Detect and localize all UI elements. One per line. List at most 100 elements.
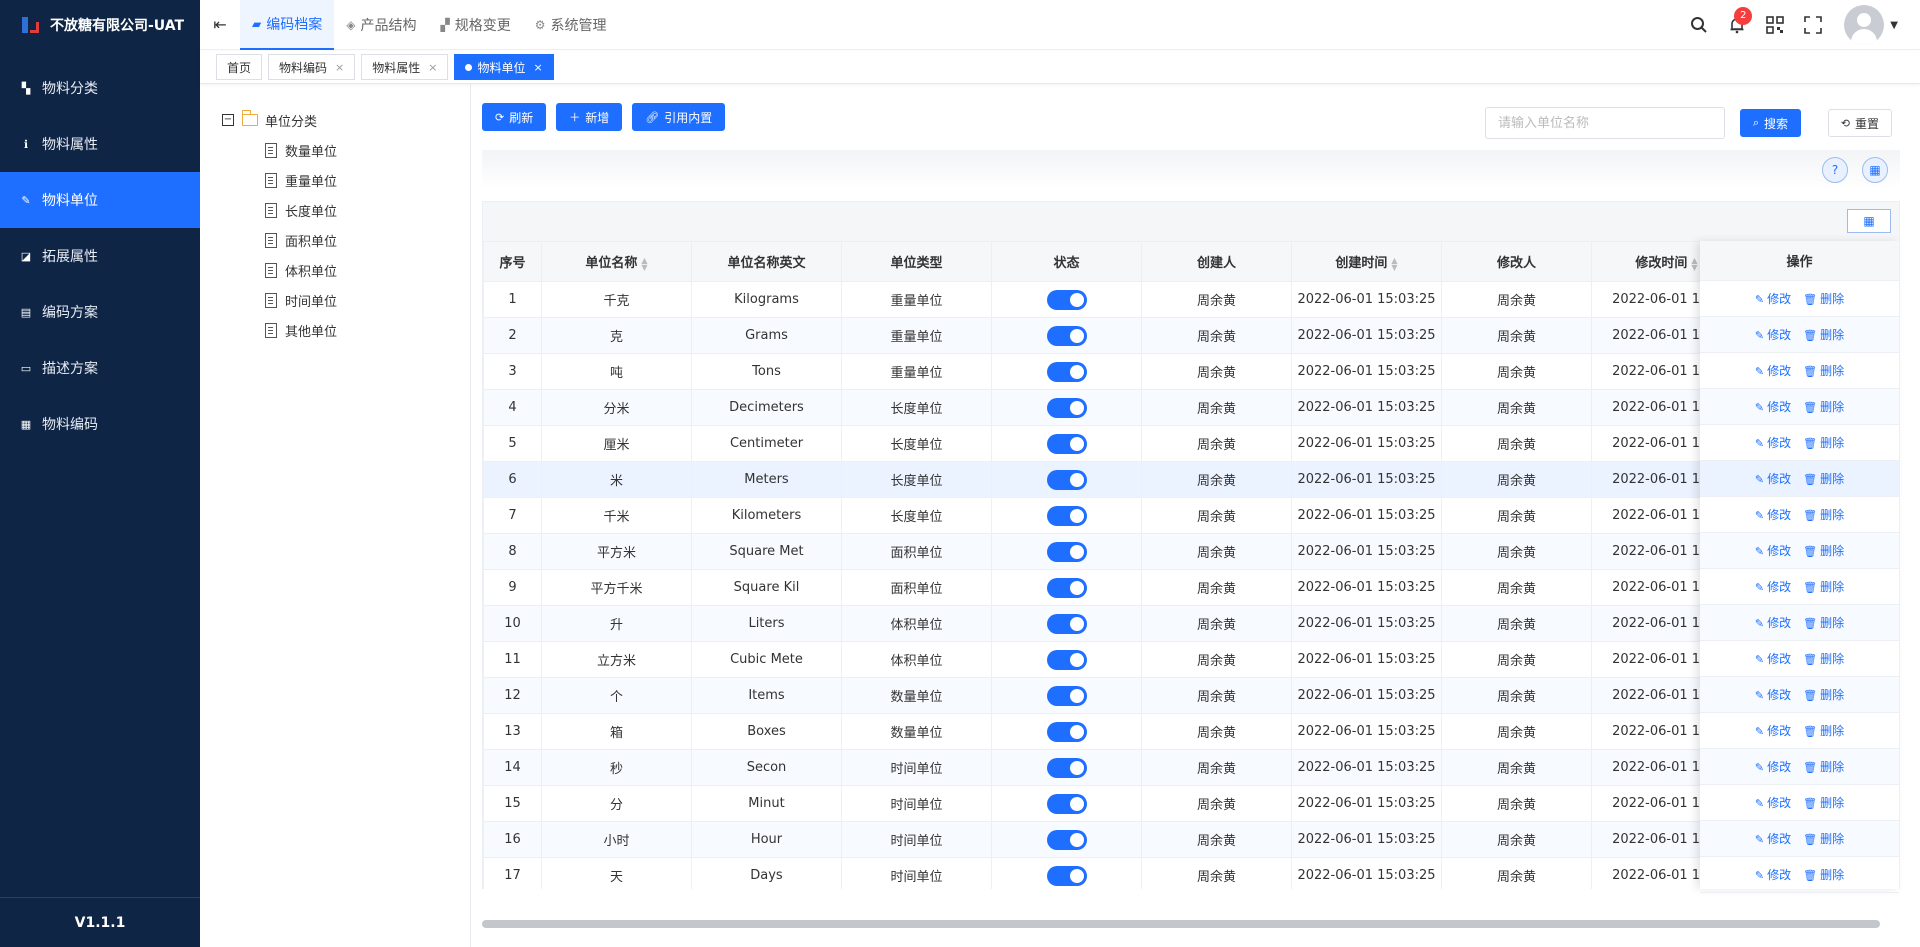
edit-button[interactable]: ✎ 修改 xyxy=(1755,434,1791,451)
collapse-menu-icon[interactable]: ⇤ xyxy=(200,0,240,50)
collapse-icon[interactable]: − xyxy=(222,114,234,126)
sidebar-item-6[interactable]: ▭ 描述方案 xyxy=(0,340,200,396)
status-cell[interactable] xyxy=(991,281,1142,318)
tree-root[interactable]: − 单位分类 xyxy=(200,108,470,132)
status-cell[interactable] xyxy=(991,461,1142,498)
status-toggle[interactable] xyxy=(1046,721,1087,742)
delete-button[interactable]: 🗑︎ 删除 xyxy=(1803,866,1844,883)
delete-button[interactable]: 🗑︎ 删除 xyxy=(1803,578,1844,595)
delete-button[interactable]: 🗑︎ 删除 xyxy=(1803,686,1844,703)
edit-button[interactable]: ✎ 修改 xyxy=(1755,470,1791,487)
table-row[interactable]: 12 个 Items 数量单位 周余黄 2022-06-01 15:03:25 周余黄 202… xyxy=(483,677,1900,714)
edit-button[interactable]: ✎ 修改 xyxy=(1755,506,1791,523)
delete-button[interactable]: 🗑︎ 删除 xyxy=(1803,830,1844,847)
delete-button[interactable]: 🗑︎ 删除 xyxy=(1803,758,1844,775)
close-icon[interactable]: × xyxy=(428,61,437,74)
tree-node[interactable]: 面积单位 xyxy=(200,225,470,255)
delete-button[interactable]: 🗑︎ 删除 xyxy=(1803,470,1844,487)
avatar[interactable] xyxy=(1844,5,1885,45)
page-tag-3[interactable]: 物料属性 × xyxy=(361,54,449,80)
column-header[interactable]: 创建时间 ▲ ▼ xyxy=(1291,241,1442,282)
table-row[interactable]: 6 米 Meters 长度单位 周余黄 2022-06-01 15:03:25 周余黄 202… xyxy=(483,461,1900,498)
status-cell[interactable] xyxy=(991,713,1142,750)
status-toggle[interactable] xyxy=(1046,613,1087,634)
status-cell[interactable] xyxy=(991,857,1142,889)
status-cell[interactable] xyxy=(991,533,1142,570)
top-tab-3[interactable]: ▞ 规格变更 xyxy=(428,0,522,50)
status-cell[interactable] xyxy=(991,389,1142,426)
sort-icon[interactable]: ▲ ▼ xyxy=(641,256,647,271)
table-row[interactable]: 1 千克 Kilograms 重量单位 周余黄 2022-06-01 15:03:25 周余… xyxy=(483,281,1900,318)
tree-node[interactable]: 其他单位 xyxy=(200,315,470,345)
fullscreen-icon[interactable] xyxy=(1794,0,1832,50)
table-row[interactable]: 7 千米 Kilometers 长度单位 周余黄 2022-06-01 15:03:25 周… xyxy=(483,497,1900,534)
delete-button[interactable]: 🗑︎ 删除 xyxy=(1803,326,1844,343)
status-cell[interactable] xyxy=(991,497,1142,534)
sidebar-item-7[interactable]: ▦ 物料编码 xyxy=(0,396,200,452)
table-row[interactable]: 4 分米 Decimeters 长度单位 周余黄 2022-06-01 15:03:25 周… xyxy=(483,389,1900,426)
sidebar-item-1[interactable]: ▚ 物料分类 xyxy=(0,60,200,116)
search-button[interactable]: ⌕ 搜索 xyxy=(1739,109,1801,137)
top-tab-1[interactable]: ▰ 编码档案 xyxy=(240,0,335,50)
table-row[interactable]: 3 吨 Tons 重量单位 周余黄 2022-06-01 15:03:25 周余黄 2022-… xyxy=(483,353,1900,390)
close-icon[interactable]: × xyxy=(534,61,543,74)
edit-button[interactable]: ✎ 修改 xyxy=(1755,794,1791,811)
status-cell[interactable] xyxy=(991,605,1142,642)
status-toggle[interactable] xyxy=(1046,469,1087,490)
tree-node[interactable]: 时间单位 xyxy=(200,285,470,315)
status-toggle[interactable] xyxy=(1046,397,1087,418)
delete-button[interactable]: 🗑︎ 删除 xyxy=(1803,290,1844,307)
status-cell[interactable] xyxy=(991,425,1142,462)
edit-button[interactable]: ✎ 修改 xyxy=(1755,722,1791,739)
table-row[interactable]: 15 分 Minut 时间单位 周余黄 2022-06-01 15:03:25 周余黄 202… xyxy=(483,785,1900,822)
status-cell[interactable] xyxy=(991,785,1142,822)
table-row[interactable]: 14 秒 Secon 时间单位 周余黄 2022-06-01 15:03:25 周余黄 202… xyxy=(483,749,1900,786)
edit-button[interactable]: ✎ 修改 xyxy=(1755,290,1791,307)
grid-view-icon[interactable]: ▦ xyxy=(1847,209,1891,233)
sidebar-item-2[interactable]: ℹ 物料属性 xyxy=(0,116,200,172)
sort-icon[interactable]: ▲ ▼ xyxy=(1391,256,1397,271)
edit-button[interactable]: ✎ 修改 xyxy=(1755,758,1791,775)
edit-button[interactable]: ✎ 修改 xyxy=(1755,614,1791,631)
edit-button[interactable]: ✎ 修改 xyxy=(1755,578,1791,595)
edit-button[interactable]: ✎ 修改 xyxy=(1755,830,1791,847)
delete-button[interactable]: 🗑︎ 删除 xyxy=(1803,434,1844,451)
tree-node[interactable]: 体积单位 xyxy=(200,255,470,285)
page-tag-2[interactable]: 物料编码 × xyxy=(268,54,356,80)
column-settings-icon[interactable]: ▦ xyxy=(1862,157,1888,183)
edit-button[interactable]: ✎ 修改 xyxy=(1755,866,1791,883)
tree-node[interactable]: 重量单位 xyxy=(200,165,470,195)
import-builtin-button[interactable]: 🔗︎ 引用内置 xyxy=(632,103,726,131)
close-icon[interactable]: × xyxy=(335,61,344,74)
tree-node[interactable]: 数量单位 xyxy=(200,135,470,165)
delete-button[interactable]: 🗑︎ 删除 xyxy=(1803,650,1844,667)
top-tab-4[interactable]: ⚙ 系统管理 xyxy=(523,0,619,50)
table-row[interactable]: 8 平方米 Square Met 面积单位 周余黄 2022-06-01 15:03:25… xyxy=(483,533,1900,570)
sidebar-item-4[interactable]: ◪ 拓展属性 xyxy=(0,228,200,284)
table-row[interactable]: 13 箱 Boxes 数量单位 周余黄 2022-06-01 15:03:25 周余黄 202… xyxy=(483,713,1900,750)
sidebar-item-5[interactable]: ▤ 编码方案 xyxy=(0,284,200,340)
status-cell[interactable] xyxy=(991,749,1142,786)
help-icon[interactable]: ? xyxy=(1822,157,1848,183)
status-cell[interactable] xyxy=(991,641,1142,678)
top-tab-2[interactable]: ◈ 产品结构 xyxy=(334,0,428,50)
status-cell[interactable] xyxy=(991,353,1142,390)
table-row[interactable]: 2 克 Grams 重量单位 周余黄 2022-06-01 15:03:25 周余黄 2022… xyxy=(483,317,1900,354)
delete-button[interactable]: 🗑︎ 删除 xyxy=(1803,506,1844,523)
edit-button[interactable]: ✎ 修改 xyxy=(1755,686,1791,703)
status-cell[interactable] xyxy=(991,677,1142,714)
table-row[interactable]: 16 小时 Hour 时间单位 周余黄 2022-06-01 15:03:25 周余黄 202… xyxy=(483,821,1900,858)
refresh-button[interactable]: ⟳ 刷新 xyxy=(482,103,547,131)
status-cell[interactable] xyxy=(991,569,1142,606)
add-button[interactable]: ＋新增 xyxy=(556,103,623,131)
table-row[interactable]: 11 立方米 Cubic Mete 体积单位 周余黄 2022-06-01 15:03:2… xyxy=(483,641,1900,678)
status-toggle[interactable] xyxy=(1046,361,1087,382)
status-toggle[interactable] xyxy=(1046,541,1087,562)
status-toggle[interactable] xyxy=(1046,433,1087,454)
delete-button[interactable]: 🗑︎ 删除 xyxy=(1803,362,1844,379)
status-toggle[interactable] xyxy=(1046,289,1087,310)
horizontal-scrollbar[interactable] xyxy=(482,920,1880,928)
sort-icon[interactable]: ▲ ▼ xyxy=(1691,256,1697,271)
edit-button[interactable]: ✎ 修改 xyxy=(1755,362,1791,379)
status-toggle[interactable] xyxy=(1046,649,1087,670)
